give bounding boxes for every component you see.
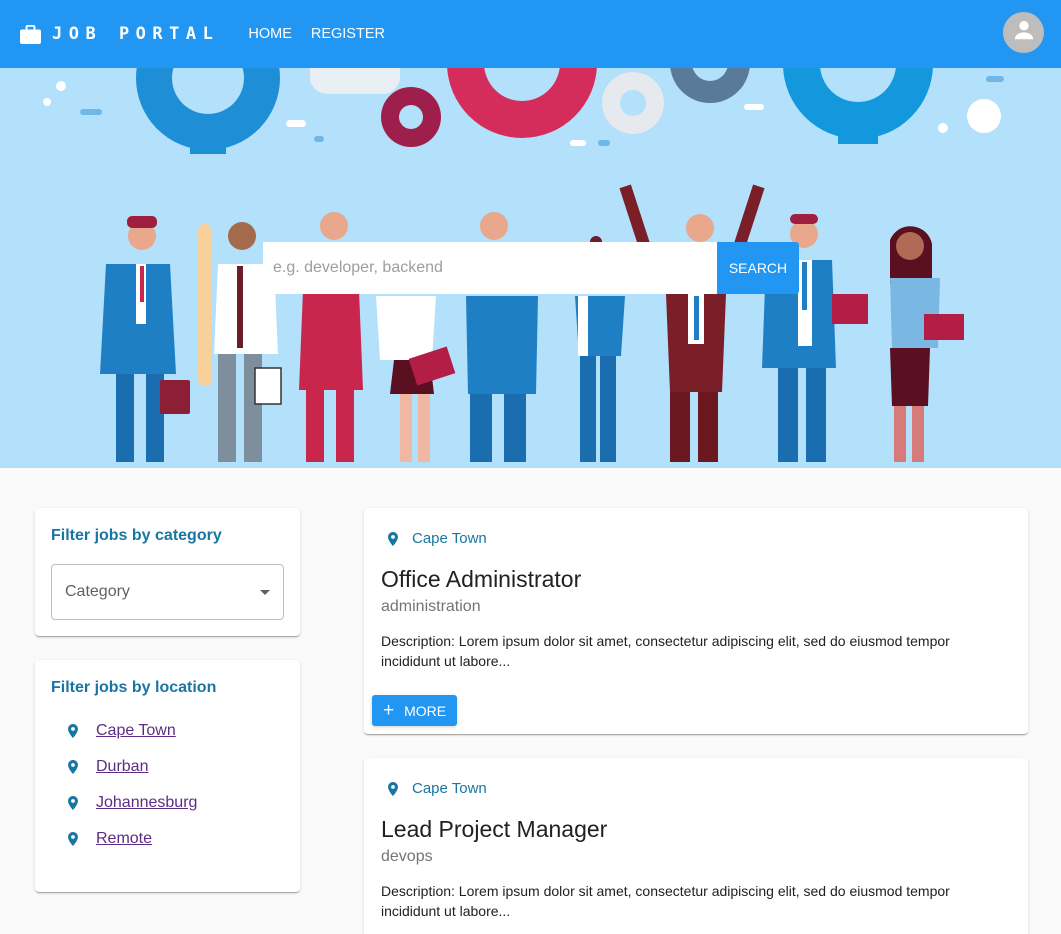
job-title: Lead Project Manager bbox=[381, 816, 608, 842]
person-figure bbox=[100, 216, 190, 462]
more-button-label: MORE bbox=[404, 702, 447, 719]
briefcase-icon bbox=[20, 24, 41, 44]
dropdown-arrow-icon bbox=[260, 590, 270, 595]
job-category: devops bbox=[381, 848, 433, 865]
avatar[interactable] bbox=[1003, 12, 1044, 53]
gear-icon bbox=[670, 68, 750, 103]
gear-icon bbox=[602, 72, 664, 134]
location-pin-icon bbox=[68, 724, 78, 738]
location-link-durban[interactable]: Durban bbox=[96, 758, 148, 776]
location-link-johannesburg[interactable]: Johannesburg bbox=[96, 794, 197, 812]
job-card: Cape Town Lead Project Manager devops De… bbox=[364, 758, 1028, 934]
plus-icon: + bbox=[383, 700, 395, 721]
nav-home-link[interactable]: HOME bbox=[248, 26, 292, 42]
brand[interactable]: JOB PORTAL bbox=[20, 24, 219, 44]
location-filter-card: Filter jobs by location Cape Town Durban… bbox=[35, 660, 300, 892]
hero-banner: SEARCH bbox=[0, 68, 1061, 468]
person-figure bbox=[619, 184, 765, 462]
job-card: Cape Town Office Administrator administr… bbox=[364, 508, 1028, 734]
job-location: Cape Town bbox=[388, 780, 487, 797]
gear-icon bbox=[381, 87, 441, 147]
brand-title: JOB PORTAL bbox=[52, 24, 220, 44]
location-pin-icon bbox=[68, 832, 78, 846]
person-figure bbox=[376, 296, 456, 462]
location-item: Remote bbox=[51, 821, 197, 857]
location-pin-icon bbox=[68, 796, 78, 810]
location-link-remote[interactable]: Remote bbox=[96, 830, 152, 848]
search-bar: SEARCH bbox=[263, 242, 799, 294]
category-select[interactable]: Category bbox=[51, 564, 284, 620]
job-location: Cape Town bbox=[388, 530, 487, 547]
nav-register-link[interactable]: REGISTER bbox=[311, 26, 385, 42]
job-location-text: Cape Town bbox=[412, 530, 487, 547]
person-figure bbox=[890, 226, 964, 462]
location-item: Durban bbox=[51, 749, 197, 785]
job-description: Description: Lorem ipsum dolor sit amet,… bbox=[381, 633, 950, 669]
job-description: Description: Lorem ipsum dolor sit amet,… bbox=[381, 883, 950, 919]
gear-icon bbox=[783, 68, 933, 144]
location-pin-icon bbox=[68, 760, 78, 774]
location-pin-icon bbox=[388, 781, 398, 796]
category-select-value: Category bbox=[65, 583, 130, 600]
search-input[interactable] bbox=[263, 242, 717, 294]
gear-icon bbox=[447, 68, 597, 138]
app-bar: JOB PORTAL HOME REGISTER bbox=[0, 0, 1061, 68]
location-pin-icon bbox=[388, 531, 398, 546]
location-item: Johannesburg bbox=[51, 785, 197, 821]
gear-icon bbox=[136, 68, 280, 154]
location-link-cape-town[interactable]: Cape Town bbox=[96, 722, 176, 740]
more-button[interactable]: + MORE bbox=[372, 695, 457, 726]
location-list: Cape Town Durban Johannesburg Remote bbox=[51, 713, 197, 857]
category-filter-title: Filter jobs by category bbox=[51, 527, 222, 544]
search-button[interactable]: SEARCH bbox=[717, 242, 799, 294]
job-title: Office Administrator bbox=[381, 566, 582, 592]
location-filter-title: Filter jobs by location bbox=[51, 679, 217, 696]
job-category: administration bbox=[381, 598, 481, 615]
location-item: Cape Town bbox=[51, 713, 197, 749]
account-icon bbox=[1011, 17, 1037, 48]
category-filter-card: Filter jobs by category Category bbox=[35, 508, 300, 636]
job-location-text: Cape Town bbox=[412, 780, 487, 797]
